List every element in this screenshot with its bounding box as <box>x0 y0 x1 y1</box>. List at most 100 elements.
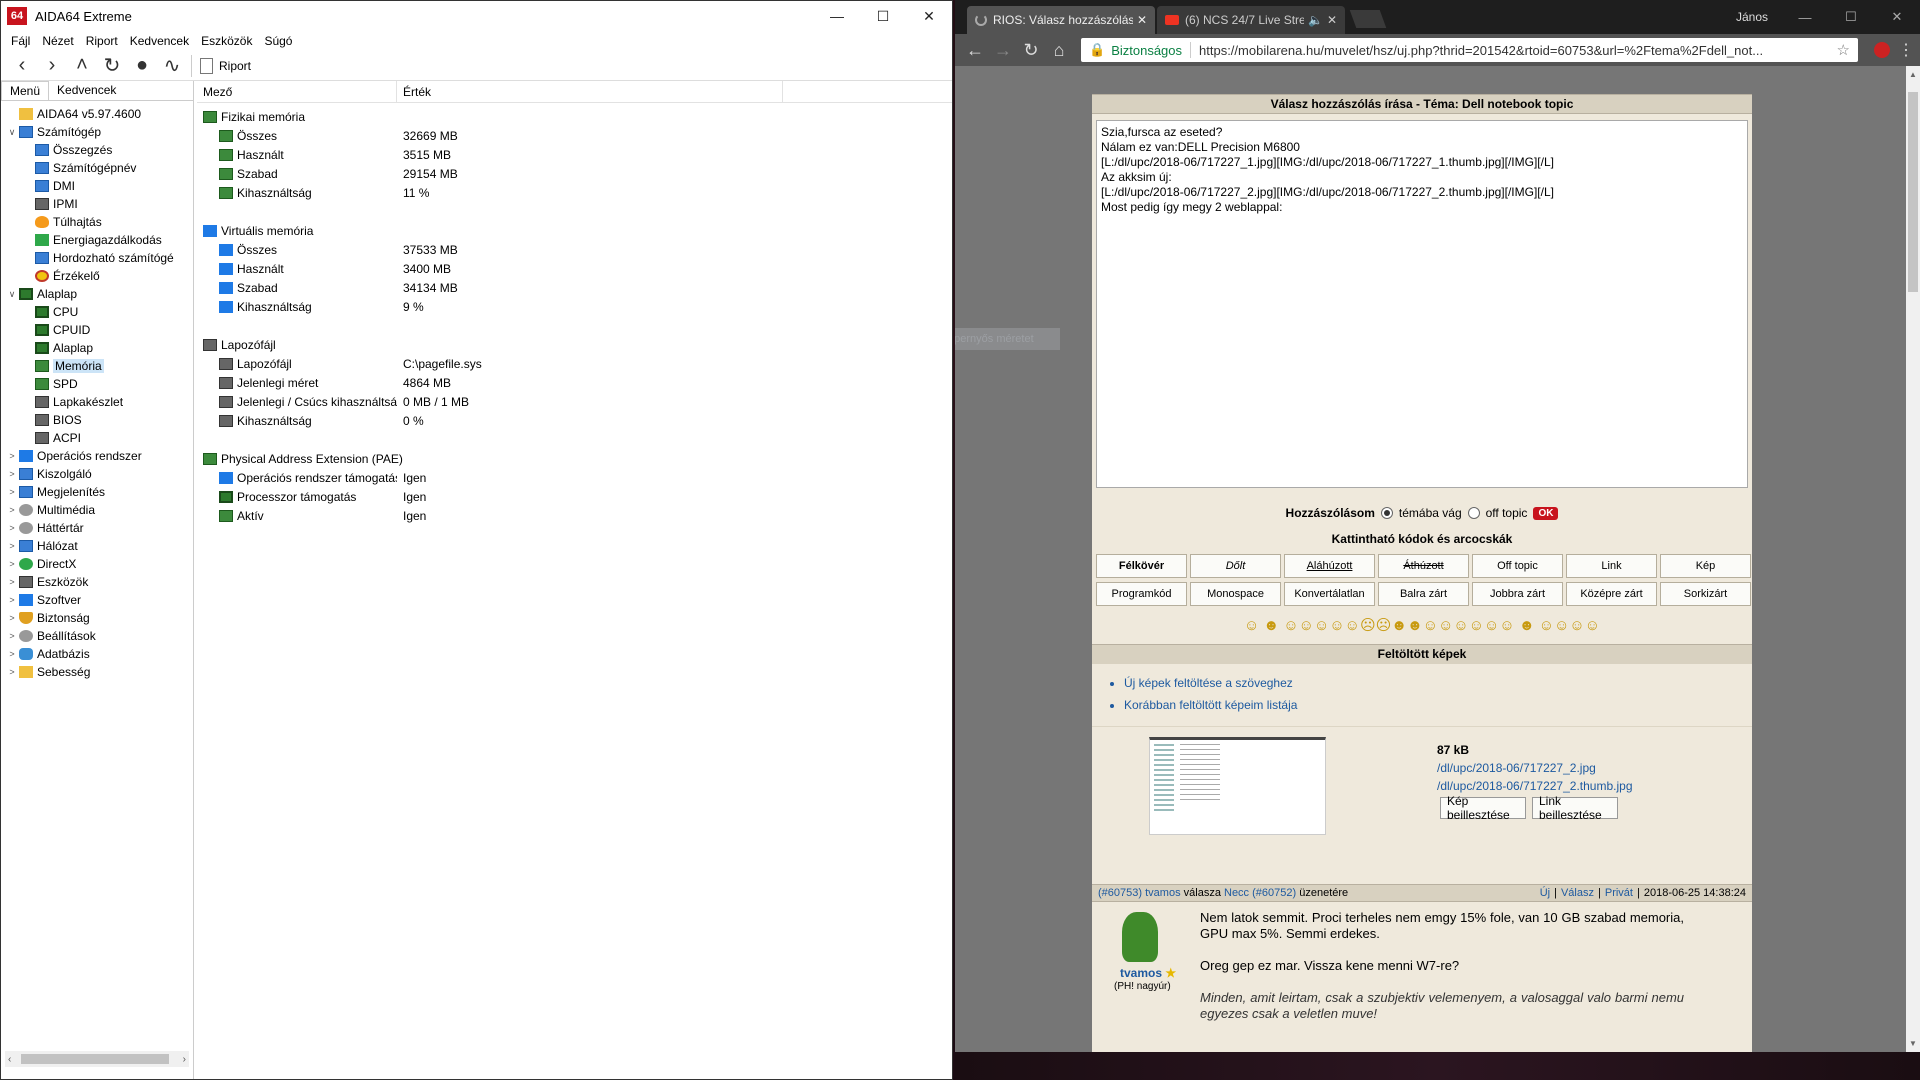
tree-item-motherboard-group[interactable]: ∨ Alaplap <box>1 285 193 303</box>
expander-icon[interactable]: > <box>5 631 19 641</box>
tree-item-multimedia[interactable]: > Multimédia <box>1 501 193 519</box>
code-button[interactable]: Sorkizárt <box>1660 582 1751 606</box>
minimize-button[interactable]: — <box>814 1 860 31</box>
tree-item-cpu[interactable]: CPU <box>1 303 193 321</box>
tree-item-server[interactable]: > Kiszolgáló <box>1 465 193 483</box>
bookmark-star-icon[interactable]: ☆ <box>1837 41 1850 59</box>
tree-item-software[interactable]: > Szoftver <box>1 591 193 609</box>
forward-arrow-icon[interactable]: → <box>989 40 1017 61</box>
expander-icon[interactable]: > <box>5 469 19 479</box>
upload-path-thumb[interactable]: /dl/upc/2018-06/717227_2.thumb.jpg <box>1437 779 1633 793</box>
column-field[interactable]: Mező <box>197 81 397 102</box>
expander-icon[interactable]: > <box>5 595 19 605</box>
code-button[interactable]: Kép <box>1660 554 1751 578</box>
tree-item-storage[interactable]: > Háttértár <box>1 519 193 537</box>
upload-path-full[interactable]: /dl/upc/2018-06/717227_2.jpg <box>1437 761 1596 775</box>
tab-forum-reply[interactable]: RIOS: Válasz hozzászólás ✕ <box>967 6 1155 34</box>
tree-item-speed[interactable]: > Sebesség <box>1 663 193 681</box>
tree-item-computer-name[interactable]: Számítógépnév <box>1 159 193 177</box>
tree-item-computer[interactable]: ∨ Számítógép <box>1 123 193 141</box>
extension-icon[interactable] <box>1874 42 1890 58</box>
reply-link[interactable]: Válasz <box>1561 887 1594 899</box>
code-button[interactable]: Programkód <box>1096 582 1187 606</box>
tree-item-acpi[interactable]: ACPI <box>1 429 193 447</box>
code-button[interactable]: Link <box>1566 554 1657 578</box>
new-tab-button[interactable] <box>1349 10 1387 28</box>
home-icon[interactable]: ⌂ <box>1045 40 1073 61</box>
menu-dots-icon[interactable]: ⋮ <box>1898 40 1914 60</box>
expander-icon[interactable]: ∨ <box>5 127 19 138</box>
author-name[interactable]: tvamos ★ <box>1120 966 1176 980</box>
tree-item-security[interactable]: > Biztonság <box>1 609 193 627</box>
menu-item[interactable]: Eszközök <box>195 34 258 48</box>
table-row[interactable]: Szabad 34134 MB <box>197 278 952 297</box>
table-row[interactable]: Használt 3400 MB <box>197 259 952 278</box>
expander-icon[interactable]: > <box>5 613 19 623</box>
maximize-button[interactable]: ☐ <box>860 1 906 31</box>
code-button[interactable]: Középre zárt <box>1566 582 1657 606</box>
table-row[interactable]: Kihasználtság 11 % <box>197 183 952 202</box>
expander-icon[interactable]: > <box>5 487 19 497</box>
menu-item[interactable]: Nézet <box>36 34 79 48</box>
tree-item-ipmi[interactable]: IPMI <box>1 195 193 213</box>
private-link[interactable]: Privát <box>1605 887 1633 899</box>
report-button[interactable]: Riport <box>200 57 251 74</box>
page-scrollbar[interactable]: ▲ ▼ <box>1906 66 1920 1052</box>
speaker-icon[interactable]: 🔈 <box>1308 13 1323 27</box>
tree-item-overclock[interactable]: Túlhajtás <box>1 213 193 231</box>
page-scrollbar-thumb[interactable] <box>1908 92 1918 292</box>
tree-item-spd[interactable]: SPD <box>1 375 193 393</box>
scroll-up-icon[interactable]: ▲ <box>1906 70 1920 79</box>
tree-item-portable-computer[interactable]: Hordozható számítógé <box>1 249 193 267</box>
off-topic-radio[interactable] <box>1467 507 1480 519</box>
tree-item-aida64-version[interactable]: AIDA64 v5.97.4600 <box>1 105 193 123</box>
table-row[interactable]: Használt 3515 MB <box>197 145 952 164</box>
close-tab-icon[interactable]: ✕ <box>1137 13 1147 27</box>
on-topic-radio[interactable] <box>1380 507 1393 519</box>
address-bar[interactable]: 🔒 Biztonságos https://mobilarena.hu/muve… <box>1081 38 1858 62</box>
table-row[interactable]: Jelenlegi méret 4864 MB <box>197 373 952 392</box>
close-button[interactable]: ✕ <box>906 1 952 31</box>
tree-item-network[interactable]: > Hálózat <box>1 537 193 555</box>
profile-name[interactable]: János <box>1736 10 1768 24</box>
tree-item-devices[interactable]: > Eszközök <box>1 573 193 591</box>
code-button[interactable]: Konvertálatlan <box>1284 582 1375 606</box>
code-button[interactable]: Félkövér <box>1096 554 1187 578</box>
table-row[interactable]: Kihasználtság 0 % <box>197 411 952 430</box>
reply-textarea[interactable]: Szia,fursca az eseted? Nálam ez van:DELL… <box>1096 120 1748 488</box>
new-link[interactable]: Új <box>1540 887 1550 899</box>
code-button[interactable]: Jobbra zárt <box>1472 582 1563 606</box>
expander-icon[interactable]: > <box>5 577 19 587</box>
browser-minimize-button[interactable]: — <box>1782 0 1828 34</box>
chart-icon[interactable]: ∿ <box>157 52 187 80</box>
browser-close-button[interactable]: ✕ <box>1874 0 1920 34</box>
expander-icon[interactable]: > <box>5 559 19 569</box>
up-icon[interactable]: ˄ <box>67 52 97 80</box>
scrollbar-thumb[interactable] <box>21 1054 169 1064</box>
upload-new-link[interactable]: Új képek feltöltése a szöveghez <box>1124 676 1752 690</box>
table-row[interactable]: Aktív Igen <box>197 506 952 525</box>
expander-icon[interactable]: > <box>5 649 19 659</box>
expander-icon[interactable]: > <box>5 451 19 461</box>
back-arrow-icon[interactable]: ← <box>961 40 989 61</box>
tree-item-settings[interactable]: > Beállítások <box>1 627 193 645</box>
table-row[interactable]: Lapozófájl C:\pagefile.sys <box>197 354 952 373</box>
code-button[interactable]: Monospace <box>1190 582 1281 606</box>
back-icon[interactable]: ‹ <box>7 52 37 80</box>
url-text[interactable]: https://mobilarena.hu/muvelet/hsz/uj.php… <box>1199 43 1837 58</box>
reload-icon[interactable]: ↻ <box>1017 40 1045 61</box>
scroll-down-icon[interactable]: ▼ <box>1906 1039 1920 1048</box>
menu-item[interactable]: Kedvencek <box>124 34 195 48</box>
close-tab-icon[interactable]: ✕ <box>1327 13 1337 27</box>
menu-item[interactable]: Fájl <box>5 34 36 48</box>
reply-to-id[interactable]: (#60752) <box>1252 887 1296 899</box>
previous-uploads-link[interactable]: Korábban feltöltött képeim listája <box>1124 698 1752 712</box>
tree-item-chipset[interactable]: Lapkakészlet <box>1 393 193 411</box>
user-icon[interactable]: ● <box>127 52 157 80</box>
tree-item-directx[interactable]: > DirectX <box>1 555 193 573</box>
code-button[interactable]: Áthúzott <box>1378 554 1469 578</box>
tree-item-power-management[interactable]: Energiagazdálkodás <box>1 231 193 249</box>
browser-maximize-button[interactable]: ☐ <box>1828 0 1874 34</box>
reply-to-user[interactable]: Necc <box>1224 887 1249 899</box>
tree-item-cpuid[interactable]: CPUID <box>1 321 193 339</box>
